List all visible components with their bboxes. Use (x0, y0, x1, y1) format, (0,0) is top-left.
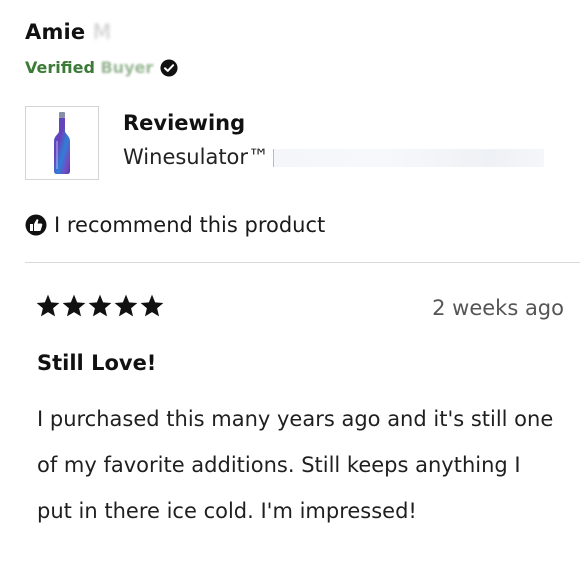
reviewing-label: Reviewing (123, 111, 246, 135)
reviewer-first-name: Amie (25, 20, 86, 44)
recommendation-text: I recommend this product (54, 213, 326, 237)
recommendation: I recommend this product (25, 213, 325, 237)
star-icon (36, 294, 60, 317)
star-icon (114, 294, 138, 317)
section-divider (25, 262, 580, 263)
star-icon (88, 294, 112, 317)
verified-label: Verified (25, 58, 95, 77)
star-icon (62, 294, 86, 317)
buyer-label: Buyer (100, 58, 154, 77)
product-text: Reviewing Winesulator™ (123, 106, 545, 180)
product-name[interactable]: Winesulator™ (123, 145, 269, 169)
review-card: Amie M Verified Buyer Reviewing Winesula… (0, 0, 580, 580)
verified-buyer-badge: Verified Buyer (25, 58, 178, 77)
reviewer-name: Amie M (25, 20, 178, 44)
redacted-product-detail (273, 149, 545, 167)
star-rating (35, 293, 165, 319)
thumbs-up-icon (25, 214, 47, 236)
review-title: Still Love! (37, 351, 157, 375)
reviewed-product[interactable]: Reviewing Winesulator™ (25, 106, 545, 180)
star-icon (140, 294, 164, 317)
review-date: 2 weeks ago (432, 296, 564, 320)
reviewer-last-initial: M (92, 20, 112, 44)
product-thumbnail[interactable] (25, 106, 99, 180)
reviewer-info: Amie M Verified Buyer (25, 20, 178, 77)
product-name-row: Winesulator™ (123, 145, 545, 169)
check-circle-icon (160, 58, 178, 77)
review-body: I purchased this many years ago and it's… (37, 407, 554, 523)
wine-bottle-image (54, 112, 70, 174)
